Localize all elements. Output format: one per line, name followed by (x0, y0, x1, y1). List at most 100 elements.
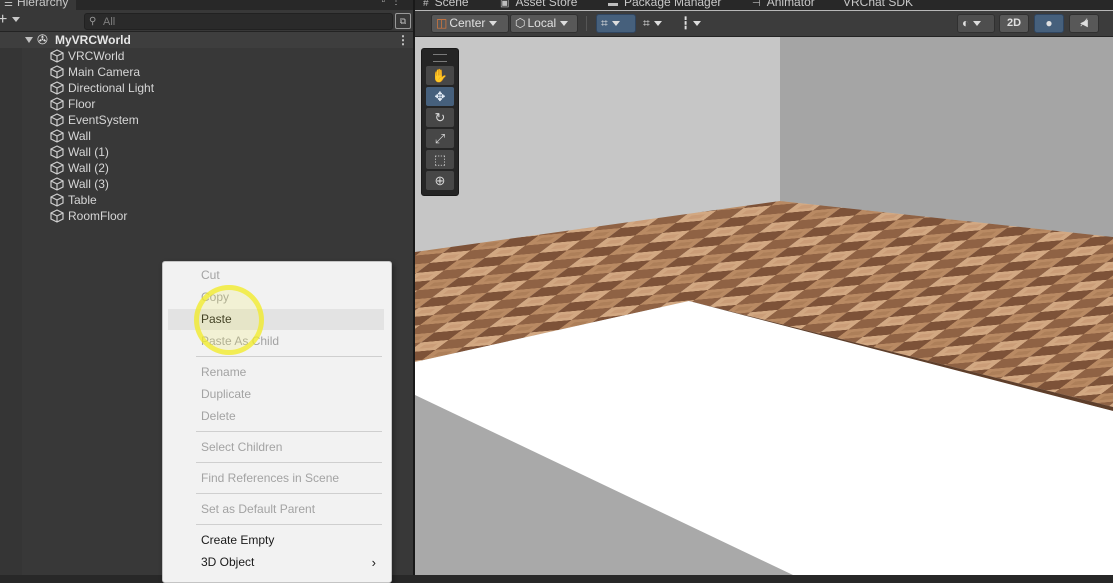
menu-separator (196, 524, 382, 525)
grid-icon: ⌗ (643, 16, 650, 30)
scene-visibility-button[interactable]: ⧉ (395, 13, 411, 29)
menu-item-delete[interactable]: Delete (168, 406, 384, 427)
tools-overlay: ✋ ✥ ↻ ⤢ ⬚ ⊕ (421, 48, 459, 196)
drag-handle-icon[interactable] (433, 54, 447, 62)
local-space-icon: ⬡ (515, 16, 526, 30)
menu-item-copy[interactable]: Copy (168, 287, 384, 308)
foldout-arrow-icon[interactable] (25, 37, 33, 43)
tab-label: Scene (434, 0, 469, 9)
menu-item-label: Cut (201, 268, 220, 282)
lock-icon[interactable]: ▫ (381, 0, 391, 7)
menu-item-label: 3D Object (201, 555, 255, 569)
mute-speaker-icon: ◀̸ (1080, 18, 1088, 29)
tree-item[interactable]: Wall (1) (0, 144, 413, 160)
add-button[interactable]: + (0, 11, 7, 29)
menu-item-label: Select Children (201, 440, 283, 454)
unity-scene-icon: ✇ (37, 32, 48, 47)
animator-icon: ⊣ (752, 0, 761, 9)
kebab-menu-icon[interactable]: ⋮ (391, 0, 407, 7)
menu-item-select-children[interactable]: Select Children (168, 437, 384, 458)
menu-item-paste-as-child[interactable]: Paste As Child (168, 331, 384, 352)
transform-tool-button[interactable]: ⊕ (426, 171, 454, 190)
menu-item-paste[interactable]: Paste (168, 309, 384, 330)
tree-item[interactable]: Wall (0, 128, 413, 144)
chevron-down-icon (611, 21, 620, 27)
tab-animator[interactable]: ⊣ Animator (752, 0, 815, 10)
tree-item-label: Wall (3) (68, 177, 109, 191)
grid-visibility-dropdown[interactable]: ⌗ (640, 14, 678, 33)
grid-snapping-toggle[interactable]: ⌗ (596, 14, 636, 33)
gameobject-cube-icon (50, 49, 64, 63)
menu-item-duplicate[interactable]: Duplicate (168, 384, 384, 405)
hand-icon: ✋ (431, 68, 449, 83)
tree-item[interactable]: Main Camera (0, 64, 413, 80)
scene-root-row[interactable]: ✇ MyVRCWorld ⋮ (0, 32, 413, 48)
scale-tool-button[interactable]: ⤢ (426, 129, 454, 148)
tree-item-label: Wall (68, 129, 91, 143)
hash-icon: # (423, 0, 429, 9)
tab-hierarchy[interactable]: ☰ Hierarchy (0, 0, 77, 10)
tree-item[interactable]: Table (0, 192, 413, 208)
chevron-down-icon[interactable] (12, 17, 20, 22)
grid-snap-icon: ⌗ (601, 16, 608, 30)
tab-asset-store[interactable]: ▣ Asset Store (500, 0, 577, 10)
tree-item-label: Floor (68, 97, 96, 111)
2d-mode-button[interactable]: 2D (999, 14, 1029, 33)
menu-item-label: Create Empty (201, 533, 275, 547)
pivot-mode-label: Center (449, 16, 486, 30)
transform-gizmo-icon: ⊕ (434, 173, 446, 188)
pivot-icon: ◫ (436, 16, 448, 30)
hierarchy-tab-bar: ☰ Hierarchy ▫⋮ (0, 0, 413, 10)
lighting-toggle[interactable]: ● (1034, 14, 1064, 33)
search-input[interactable] (103, 14, 383, 29)
rotate-tool-button[interactable]: ↻ (426, 108, 454, 127)
tree-item-label: EventSystem (68, 113, 139, 127)
gameobject-cube-icon (50, 113, 64, 127)
increment-snap-dropdown[interactable]: ┇ (679, 14, 717, 33)
tree-item[interactable]: EventSystem (0, 112, 413, 128)
chevron-right-icon: › (371, 555, 376, 570)
tree-item[interactable]: Wall (2) (0, 160, 413, 176)
menu-item-cut[interactable]: Cut (168, 265, 384, 286)
scale-icon: ⤢ (434, 131, 446, 146)
gameobject-cube-icon (50, 209, 64, 223)
tree-item-label: Table (68, 193, 97, 207)
pivot-rotation-dropdown[interactable]: ⬡ Local (510, 14, 578, 33)
menu-item-3d-object[interactable]: 3D Object › (168, 552, 384, 573)
gameobject-cube-icon (50, 65, 64, 79)
scene-viewport[interactable]: ✋ ✥ ↻ ⤢ ⬚ ⊕ (415, 37, 1113, 575)
tree-item[interactable]: VRCWorld (0, 48, 413, 64)
hierarchy-tab-controls: ▫⋮ (381, 0, 407, 7)
menu-item-rename[interactable]: Rename (168, 362, 384, 383)
rotate-icon: ↻ (434, 110, 446, 125)
menu-item-label: Rename (201, 365, 247, 379)
menu-item-set-default-parent[interactable]: Set as Default Parent (168, 499, 384, 520)
draw-mode-dropdown[interactable]: ◐ (957, 14, 995, 33)
tree-item[interactable]: RoomFloor (0, 208, 413, 224)
hierarchy-search[interactable]: ⚲ (84, 13, 393, 30)
rect-tool-button[interactable]: ⬚ (426, 150, 454, 169)
view-tool-button[interactable]: ✋ (426, 66, 454, 85)
tab-package-manager[interactable]: ▬ Package Manager (608, 0, 721, 10)
move-tool-button[interactable]: ✥ (426, 87, 454, 106)
package-icon: ▬ (608, 0, 618, 9)
hierarchy-toolbar: + ⚲ ⧉ (0, 11, 413, 32)
scene-menu-icon[interactable]: ⋮ (397, 32, 409, 48)
tab-scene[interactable]: # Scene (423, 0, 469, 10)
pivot-rotation-label: Local (527, 16, 557, 30)
audio-toggle[interactable]: ◀̸ (1069, 14, 1099, 33)
menu-item-find-references[interactable]: Find References in Scene (168, 468, 384, 489)
tree-item[interactable]: Wall (3) (0, 176, 413, 192)
list-icon: ☰ (4, 0, 13, 9)
chevron-down-icon (653, 21, 662, 27)
pivot-mode-dropdown[interactable]: ◫ Center (431, 14, 509, 33)
menu-item-create-empty[interactable]: Create Empty (168, 530, 384, 551)
menu-separator (196, 356, 382, 357)
tree-item[interactable]: Floor (0, 96, 413, 112)
gameobject-cube-icon (50, 161, 64, 175)
gameobject-cube-icon (50, 177, 64, 191)
rect-icon: ⬚ (433, 152, 447, 167)
chevron-down-icon (693, 21, 702, 27)
tree-item[interactable]: Directional Light (0, 80, 413, 96)
tab-vrchat-sdk[interactable]: VRChat SDK (843, 0, 913, 10)
